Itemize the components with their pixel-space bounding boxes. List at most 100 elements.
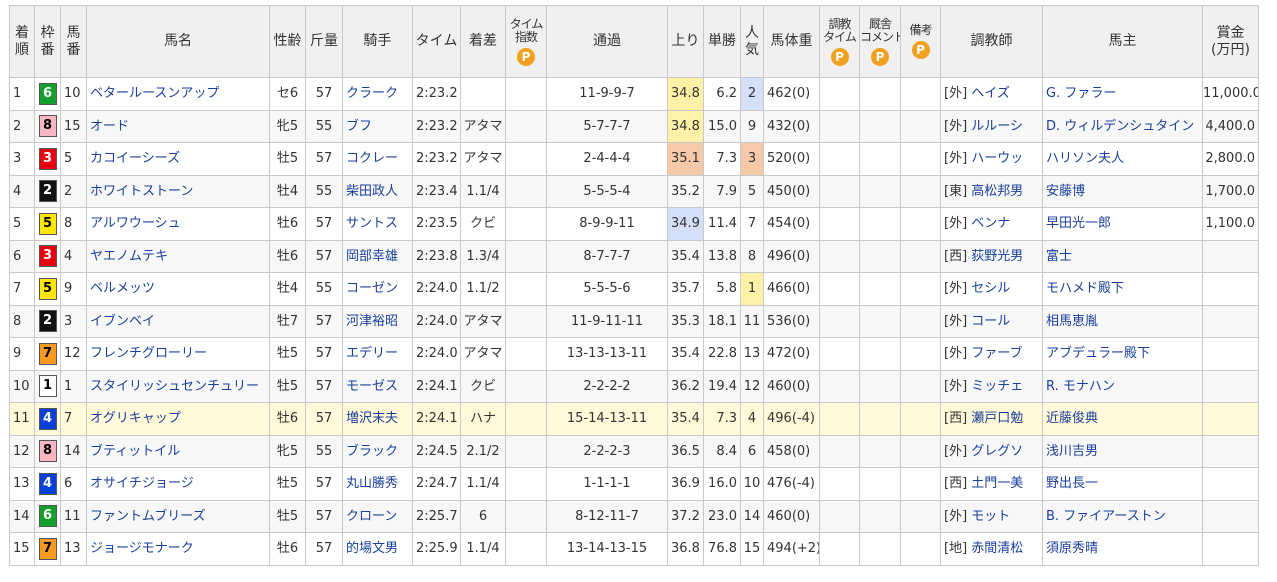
- trainer-link[interactable]: ヘイズ: [971, 86, 1010, 101]
- jockey-link[interactable]: コクレー: [346, 151, 398, 166]
- result-rows: 1 6 10 ベタールースンアップ セ6 57 クラーク 2:23.2 11-9-9-7 34.8…: [9, 77, 1259, 566]
- trainer-link[interactable]: ベンナ: [971, 216, 1010, 231]
- trainer-link[interactable]: コール: [971, 314, 1010, 329]
- training-time: [819, 467, 860, 501]
- header-popularity: 人気: [740, 5, 764, 78]
- carried-weight: 55: [305, 434, 343, 468]
- passing-order: 13-14-13-15: [546, 532, 668, 566]
- horse-name-link[interactable]: カコイーシーズ: [90, 151, 180, 166]
- trainer-link[interactable]: 瀬戸口勉: [971, 411, 1023, 426]
- horse-name-link[interactable]: フレンチグローリー: [90, 346, 207, 361]
- trainer-link[interactable]: 高松邦男: [971, 184, 1023, 199]
- horse-name-link[interactable]: ホワイトストーン: [90, 184, 193, 199]
- owner-link[interactable]: 早田光一郎: [1046, 216, 1111, 231]
- owner-link[interactable]: 近藤俊典: [1046, 411, 1098, 426]
- owner-link[interactable]: B. ファイアーストン: [1046, 509, 1166, 524]
- jockey-link[interactable]: クローン: [346, 509, 397, 524]
- horse-number: 11: [60, 499, 87, 533]
- premium-icon[interactable]: P: [911, 41, 930, 59]
- trainer-link[interactable]: ミッチェ: [971, 379, 1023, 394]
- stable-comment: [859, 174, 901, 208]
- owner-link[interactable]: 野出長一: [1046, 476, 1098, 491]
- horse-name-link[interactable]: ブティットイル: [90, 444, 180, 459]
- trainer-region: [外]: [944, 216, 968, 232]
- horse-name-link[interactable]: オサイチジョージ: [90, 476, 194, 491]
- owner-link[interactable]: 安藤博: [1046, 184, 1085, 199]
- jockey-link[interactable]: 丸山勝秀: [346, 476, 398, 491]
- jockey-link[interactable]: モーゼス: [346, 379, 398, 394]
- body-weight: 454(0): [763, 207, 820, 241]
- horse-name-link[interactable]: ヤエノムテキ: [90, 249, 168, 264]
- owner-link[interactable]: 相馬恵胤: [1046, 314, 1098, 329]
- trainer-link[interactable]: モット: [971, 509, 1010, 524]
- time-index: [505, 402, 547, 436]
- sex-age: 牡6: [269, 239, 306, 273]
- premium-icon[interactable]: P: [871, 47, 889, 66]
- horse-name-link[interactable]: ファントムブリーズ: [90, 509, 206, 524]
- jockey-link[interactable]: エデリー: [346, 346, 398, 361]
- jockey-cell: モーゼス: [342, 369, 413, 403]
- owner-link[interactable]: G. ファラー: [1046, 86, 1116, 101]
- sex-age: 牝5: [269, 434, 306, 468]
- trainer-link[interactable]: セシル: [971, 281, 1010, 296]
- header-stable-comment: 厩舎 コメント P: [859, 5, 901, 78]
- horse-name-link[interactable]: ベルメッツ: [90, 281, 155, 296]
- jockey-link[interactable]: ブフ: [346, 119, 372, 134]
- time-index: [505, 109, 547, 143]
- owner-cell: モハメド殿下: [1042, 272, 1203, 306]
- jockey-link[interactable]: 河津裕昭: [346, 314, 398, 329]
- horse-name-link[interactable]: スタイリッシュセンチュリー: [90, 379, 259, 394]
- owner-link[interactable]: アブデュラー殿下: [1046, 346, 1150, 361]
- table-row: 1 6 10 ベタールースンアップ セ6 57 クラーク 2:23.2 11-9-9-7 34.8…: [9, 77, 1259, 111]
- popularity: 5: [740, 174, 764, 208]
- remarks: [900, 272, 941, 306]
- jockey-link[interactable]: 増沢末夫: [346, 411, 398, 426]
- trainer-link[interactable]: 赤間清松: [971, 541, 1023, 556]
- carried-weight: 57: [305, 369, 343, 403]
- owner-link[interactable]: ハリソン夫人: [1046, 151, 1124, 166]
- owner-link[interactable]: R. モナハン: [1046, 379, 1115, 394]
- horse-name-link[interactable]: イブンベイ: [90, 314, 155, 329]
- owner-link[interactable]: 須原秀晴: [1046, 541, 1098, 556]
- horse-name-link[interactable]: ジョージモナーク: [90, 541, 194, 556]
- horse-name-link[interactable]: オグリキャップ: [90, 411, 181, 426]
- jockey-link[interactable]: 柴田政人: [346, 184, 398, 199]
- owner-link[interactable]: 浅川吉男: [1046, 444, 1098, 459]
- owner-link[interactable]: D. ウィルデンシュタイン: [1046, 119, 1194, 134]
- trainer-link[interactable]: 荻野光男: [971, 249, 1023, 264]
- last-3f: 35.4: [667, 337, 704, 371]
- trainer-link[interactable]: グレグソ: [971, 444, 1023, 459]
- finish-time: 2:23.4: [412, 174, 461, 208]
- last-3f: 35.4: [667, 402, 704, 436]
- jockey-link[interactable]: 岡部幸雄: [346, 249, 398, 264]
- jockey-link[interactable]: コーゼン: [346, 281, 398, 296]
- popularity: 4: [740, 402, 764, 436]
- trainer-link[interactable]: ファーブ: [971, 346, 1022, 361]
- trainer-link[interactable]: 土門一美: [971, 476, 1023, 491]
- trainer-link[interactable]: ルルーシ: [971, 119, 1023, 134]
- horse-name-link[interactable]: オード: [90, 119, 129, 134]
- trainer-link[interactable]: ハーウッ: [971, 151, 1023, 166]
- remarks: [900, 109, 941, 143]
- premium-icon[interactable]: P: [517, 47, 535, 66]
- time-index: [505, 304, 547, 338]
- jockey-link[interactable]: クラーク: [346, 86, 398, 101]
- sex-age: 牡4: [269, 272, 306, 306]
- trainer-cell: [外] ヘイズ: [940, 77, 1043, 111]
- jockey-link[interactable]: ブラック: [346, 444, 398, 459]
- margin: アタマ: [460, 304, 506, 338]
- jockey-cell: 丸山勝秀: [342, 467, 413, 501]
- horse-name-link[interactable]: アルワウーシュ: [90, 216, 181, 231]
- owner-link[interactable]: 富士: [1046, 249, 1072, 264]
- owner-link[interactable]: モハメド殿下: [1046, 281, 1124, 296]
- header-owner: 馬主: [1042, 5, 1203, 78]
- jockey-link[interactable]: サントス: [346, 216, 398, 231]
- win-odds: 8.4: [703, 434, 741, 468]
- jockey-link[interactable]: 的場文男: [346, 541, 398, 556]
- prize-money: 1,100.0: [1202, 207, 1259, 241]
- header-jockey: 騎手: [342, 5, 413, 78]
- horse-name-link[interactable]: ベタールースンアップ: [90, 86, 219, 101]
- table-row: 15 7 13 ジョージモナーク 牡6 57 的場文男 2:25.9 1.1/4 13-14-13…: [9, 532, 1259, 566]
- premium-icon[interactable]: P: [830, 47, 849, 66]
- finish-position: 4: [9, 174, 35, 208]
